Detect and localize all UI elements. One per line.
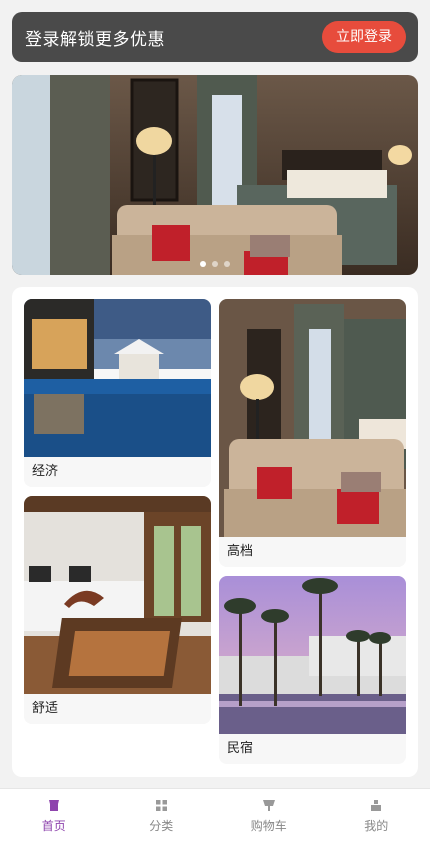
hero-carousel[interactable] [12,75,418,275]
category-card-economy[interactable]: 经济 [24,299,211,487]
category-card-homestay[interactable]: 民宿 [219,576,406,764]
carousel-dot[interactable] [200,261,206,267]
category-image-comfort [24,496,211,694]
category-label: 舒适 [24,694,211,724]
tab-mine[interactable]: 我的 [323,789,430,844]
carousel-dots [12,261,418,267]
carousel-dot[interactable] [224,261,230,267]
category-card-comfort[interactable]: 舒适 [24,496,211,724]
login-promo-text: 登录解锁更多优惠 [25,29,165,50]
tab-label: 购物车 [250,818,287,833]
category-image-premium [219,299,406,537]
category-card-premium[interactable]: 高档 [219,299,406,567]
user-icon [371,799,382,811]
tab-label: 我的 [364,818,389,833]
tab-category[interactable]: 分类 [108,789,216,844]
category-label: 高档 [219,537,406,567]
carousel-dot[interactable] [212,261,218,267]
grid-icon [155,799,167,811]
login-banner[interactable]: 登录解锁更多优惠 立即登录 [12,12,418,62]
tab-cart[interactable]: 购物车 [215,789,323,844]
category-panel: 经济 高档 舒适 民宿 [12,287,418,777]
tab-label: 分类 [149,818,174,833]
tab-home[interactable]: 首页 [0,789,108,844]
cart-icon [262,799,275,811]
category-image-homestay [219,576,406,734]
category-label: 经济 [24,457,211,487]
home-icon [48,799,59,811]
bottom-tab-bar: 首页 分类 购物车 我的 [0,788,430,844]
carousel-slide-image [12,75,418,275]
login-button[interactable]: 立即登录 [322,21,406,53]
category-label: 民宿 [219,734,406,764]
category-image-economy [24,299,211,457]
tab-label: 首页 [41,818,66,833]
